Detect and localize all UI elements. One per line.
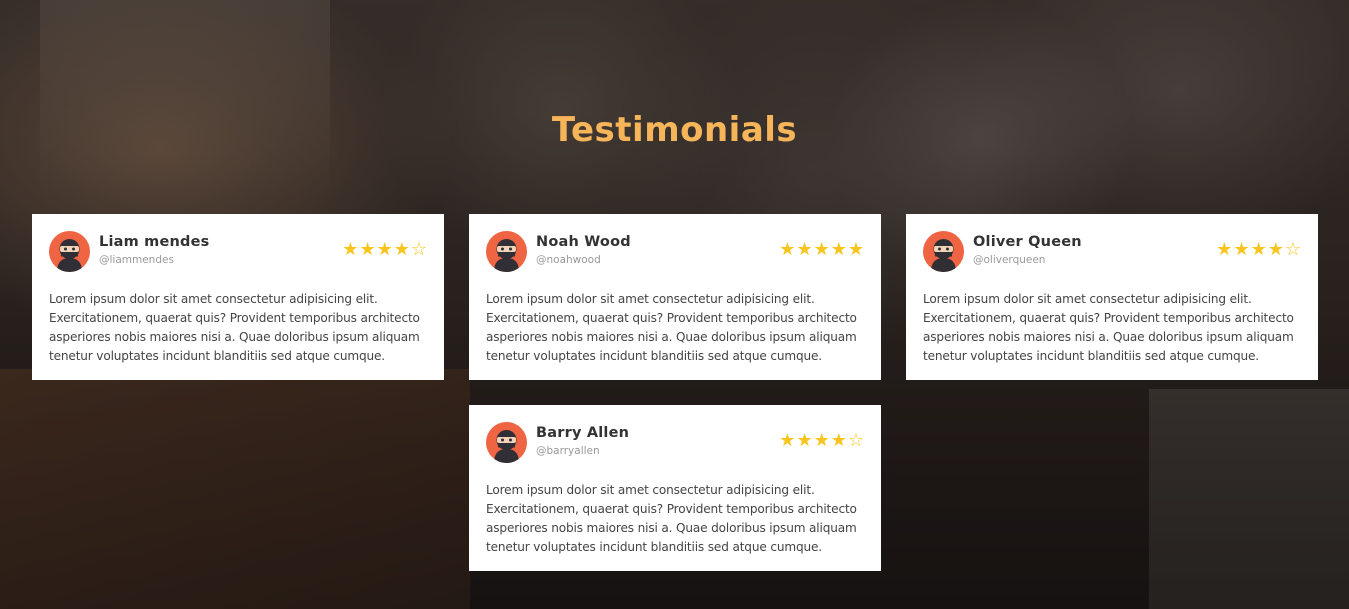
reviewer-handle: @liammendes [99, 254, 174, 266]
reviewer-name: Barry Allen [536, 425, 630, 441]
star-filled-icon: ★ [1250, 239, 1267, 260]
testimonial-text: Lorem ipsum dolor sit amet consectetur a… [486, 483, 857, 554]
star-filled-icon: ★ [1233, 239, 1250, 260]
reviewer-handle: @oliverqueen [973, 254, 1046, 266]
reviewer-handle: @noahwood [536, 254, 601, 266]
star-filled-icon: ★ [1216, 239, 1233, 260]
ninja-avatar-icon [923, 231, 964, 272]
star-rating: ★ ★ ★ ★ ☆ [342, 241, 427, 259]
testimonial-text: Lorem ipsum dolor sit amet consectetur a… [486, 292, 857, 363]
star-filled-icon: ★ [830, 239, 847, 260]
star-filled-icon: ★ [779, 430, 796, 451]
section-title: Testimonials [551, 110, 798, 150]
ninja-avatar-icon [486, 422, 527, 463]
star-filled-icon: ★ [1267, 239, 1284, 260]
testimonial-card: Barry Allen @barryallen ★ ★ ★ ★ ☆ Lorem ipsu… [469, 405, 881, 571]
star-filled-icon: ★ [796, 239, 813, 260]
star-filled-icon: ★ [813, 239, 830, 260]
testimonial-text: Lorem ipsum dolor sit amet consectetur a… [923, 292, 1294, 363]
ninja-avatar-icon [486, 231, 527, 272]
star-filled-icon: ★ [376, 239, 393, 260]
reviewer-name: Noah Wood [536, 234, 631, 250]
star-filled-icon: ★ [342, 239, 359, 260]
star-filled-icon: ★ [779, 239, 796, 260]
star-filled-icon: ★ [830, 430, 847, 451]
star-empty-icon: ☆ [847, 430, 864, 451]
testimonial-text: Lorem ipsum dolor sit amet consectetur a… [49, 292, 420, 363]
star-rating: ★ ★ ★ ★ ☆ [1216, 241, 1301, 259]
star-filled-icon: ★ [796, 430, 813, 451]
star-rating: ★ ★ ★ ★ ☆ [779, 432, 864, 450]
reviewer-handle: @barryallen [536, 445, 600, 457]
testimonial-card: Liam mendes @liammendes ★ ★ ★ ★ ☆ Lorem ipsu… [32, 214, 444, 380]
star-filled-icon: ★ [359, 239, 376, 260]
star-empty-icon: ☆ [1284, 239, 1301, 260]
ninja-avatar-icon [49, 231, 90, 272]
star-filled-icon: ★ [393, 239, 410, 260]
reviewer-name: Liam mendes [99, 234, 210, 250]
star-empty-icon: ☆ [410, 239, 427, 260]
star-filled-icon: ★ [847, 239, 864, 260]
star-rating: ★ ★ ★ ★ ★ [779, 241, 864, 259]
star-filled-icon: ★ [813, 430, 830, 451]
testimonial-card: Oliver Queen @oliverqueen ★ ★ ★ ★ ☆ Lorem ip… [906, 214, 1318, 380]
reviewer-name: Oliver Queen [973, 234, 1082, 250]
testimonial-card: Noah Wood @noahwood ★ ★ ★ ★ ★ Lorem ipsum do… [469, 214, 881, 380]
